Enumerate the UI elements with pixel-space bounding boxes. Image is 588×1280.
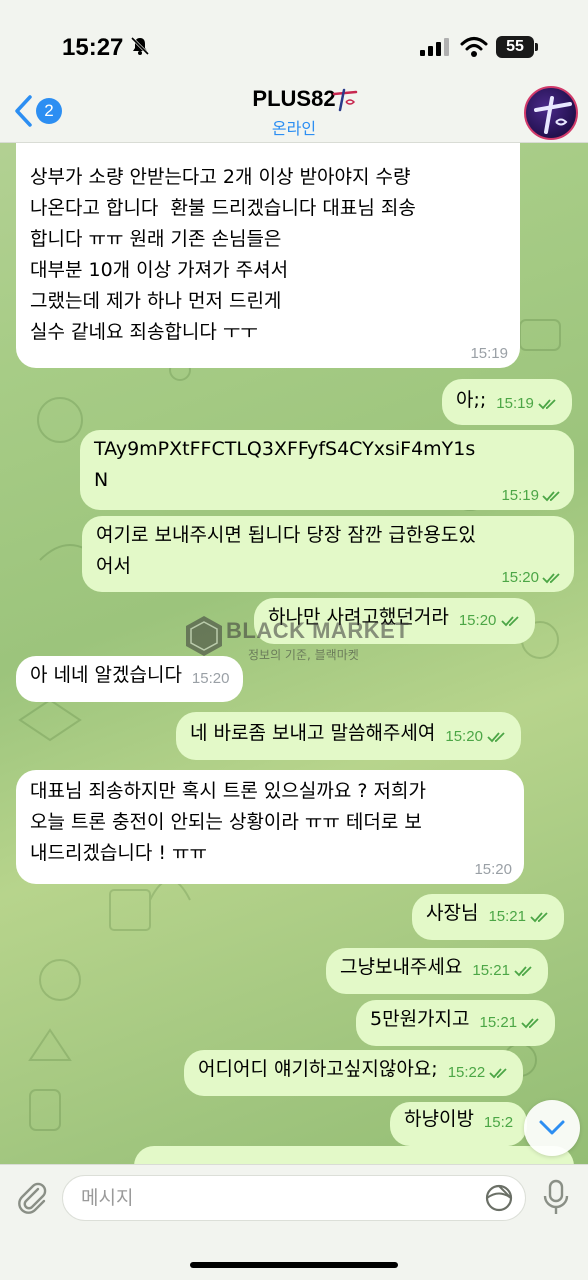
watermark: BLACK MARKET 정보의 기준, 블랙마켓	[182, 610, 412, 666]
avatar[interactable]	[524, 86, 578, 140]
message-time: 15:2	[483, 1114, 514, 1131]
message-input[interactable]	[62, 1175, 526, 1221]
bell-muted-icon	[130, 36, 150, 60]
double-check-icon	[500, 616, 519, 627]
double-check-icon	[514, 966, 532, 977]
message-time: 15:21	[488, 901, 550, 932]
message-text: 아;;	[456, 389, 487, 411]
paperclip-icon[interactable]	[14, 1179, 50, 1219]
message-bubble-outgoing[interactable]: 하냥이방 15:2	[390, 1102, 528, 1146]
scroll-to-bottom-button[interactable]	[524, 1100, 580, 1156]
message-text: 대표님 죄송하지만 혹시 트론 있으실까요 ? 저희가 오늘 트론 충전이 안되…	[30, 780, 426, 864]
chevron-down-icon	[539, 1120, 565, 1135]
watermark-subtitle: 정보의 기준, 블랙마켓	[248, 648, 359, 662]
message-text: 네 바로좀 보내고 말씀해주세여	[190, 722, 436, 744]
message-time: 15:20	[445, 721, 507, 752]
message-text: 5만원가지고	[370, 1008, 470, 1030]
wifi-icon	[460, 36, 488, 62]
sticker-icon[interactable]	[484, 1183, 514, 1217]
message-text: 아 네네 알겠습니다	[30, 664, 182, 686]
message-text: 하냥이방	[404, 1108, 474, 1130]
home-indicator	[190, 1262, 398, 1268]
double-check-icon	[542, 573, 560, 584]
message-time: 15:20	[191, 670, 230, 687]
message-time: 15:22	[448, 1057, 510, 1088]
message-bubble-incoming[interactable]: 대표님 죄송하지만 혹시 트론 있으실까요 ? 저희가 오늘 트론 충전이 안되…	[16, 770, 524, 884]
watermark-title: BLACK MARKET	[226, 618, 410, 643]
chat-title[interactable]: PLUS82	[0, 86, 588, 112]
message-time: 15:21	[472, 955, 534, 986]
double-check-icon	[538, 399, 556, 410]
microphone-icon[interactable]	[540, 1179, 572, 1221]
message-text: 그냥보내주세요	[340, 956, 463, 978]
message-bubble-outgoing[interactable]: 네 바로좀 보내고 말씀해주세여 15:20	[176, 712, 522, 760]
top-bar: 15:27 55 2 PLUS82 온라인	[0, 0, 588, 143]
message-time: 15:20	[501, 570, 562, 586]
double-check-icon	[542, 491, 560, 502]
double-check-icon	[530, 912, 548, 923]
message-time: 15:19	[496, 388, 558, 419]
watermark-badge-icon	[186, 616, 222, 656]
message-time: 15:19	[501, 488, 562, 504]
message-bubble-outgoing[interactable]: 어디어디 얘기하고싶지않아요; 15:22	[184, 1050, 524, 1096]
message-bubble-incoming[interactable]: 상부가 소량 안받는다고 2개 이상 받아야지 수량 나온다고 합니다 환불 드…	[16, 128, 520, 368]
message-text: 여기로 보내주시면 됩니다 당장 잠깐 급한용도있 어서	[96, 524, 476, 577]
message-bubble-outgoing[interactable]: 그냥보내주세요 15:21	[326, 948, 549, 994]
message-time: 15:20	[474, 861, 512, 878]
message-bubble-outgoing[interactable]: TAy9mPXtFFCTLQ3XFFyfS4CYxsiF4mY1s N 15:1…	[80, 430, 574, 510]
message-bubble-outgoing[interactable]: 아;; 15:19	[442, 379, 573, 425]
battery-indicator: 55	[496, 36, 534, 58]
composer-bar	[0, 1164, 588, 1280]
message-text: 어디어디 얘기하고싶지않아요;	[198, 1058, 438, 1080]
cellular-signal-icon	[420, 38, 450, 60]
message-text: 상부가 소량 안받는다고 2개 이상 받아야지 수량 나온다고 합니다 환불 드…	[30, 166, 416, 343]
message-text: 사장님	[426, 902, 479, 924]
message-bubble-outgoing[interactable]: 여기로 보내주시면 됩니다 당장 잠깐 급한용도있 어서 15:20	[82, 516, 574, 592]
double-check-icon	[521, 1018, 539, 1029]
status-time: 15:27	[62, 34, 124, 61]
double-check-icon	[487, 732, 505, 743]
message-time: 15:19	[470, 345, 508, 362]
online-status: 온라인	[271, 121, 317, 138]
message-time: 15:20	[459, 605, 521, 636]
double-check-icon	[489, 1068, 508, 1079]
message-text: TAy9mPXtFFCTLQ3XFFyfS4CYxsiF4mY1s N	[94, 438, 476, 491]
message-time: 15:21	[480, 1007, 542, 1038]
brand-logo-icon	[330, 88, 360, 116]
battery-tip	[535, 43, 538, 51]
message-bubble-outgoing[interactable]: 사장님 15:21	[412, 894, 565, 940]
message-bubble-outgoing[interactable]: 5만원가지고 15:21	[356, 1000, 556, 1046]
